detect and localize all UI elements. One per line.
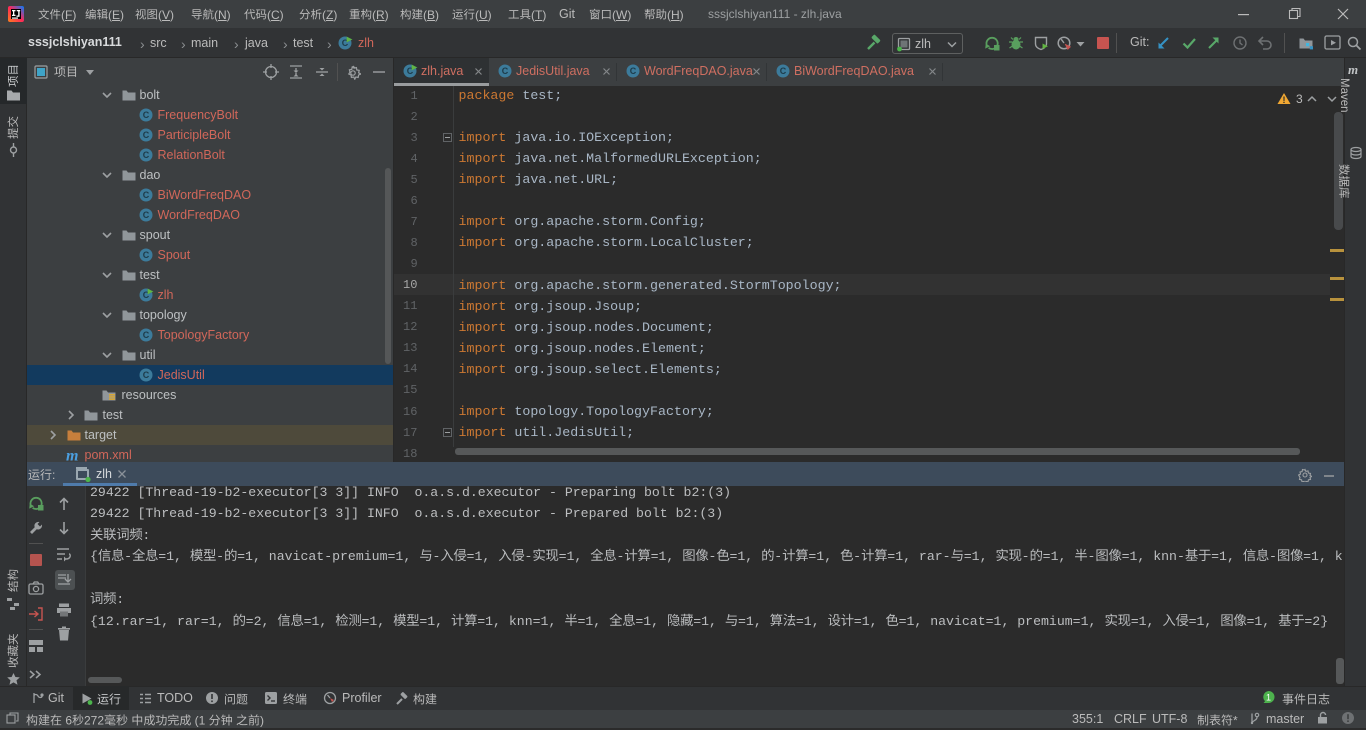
svg-text:=1,: =1, xyxy=(577,614,609,629)
svg-text:=1,: =1, xyxy=(1189,614,1221,629)
svg-text:=1, rar-: =1, rar- xyxy=(887,549,950,564)
svg-text:1: 1 xyxy=(1266,693,1271,703)
svg-text:=1,: =1, xyxy=(808,549,840,564)
svg-text:=1,: =1, xyxy=(559,549,591,564)
svg-text:C: C xyxy=(502,66,509,76)
svg-text:-: - xyxy=(524,549,532,564)
svg-text:C: C xyxy=(143,250,150,260)
svg-text::: : xyxy=(52,468,55,482)
svg-text:=2}: =2} xyxy=(1304,614,1328,629)
svg-text:C: C xyxy=(143,150,150,160)
svg-text:=1,: =1, xyxy=(467,549,499,564)
svg-text:C: C xyxy=(630,66,637,76)
svg-text:=1,: =1, xyxy=(304,614,336,629)
svg-text::: : xyxy=(142,528,150,543)
svg-text:-: - xyxy=(853,549,861,564)
svg-text:!: ! xyxy=(1283,95,1286,105)
svg-text:m: m xyxy=(66,448,78,464)
svg-text:=1,: =1, xyxy=(738,614,770,629)
svg-text:=1,: =1, xyxy=(729,549,761,564)
svg-text:6: 6 xyxy=(62,714,72,728)
svg-text:=1, knn-: =1, knn- xyxy=(1122,549,1185,564)
svg-text:=1,: =1, xyxy=(796,614,828,629)
svg-text:-: - xyxy=(1022,549,1030,564)
svg-text::: : xyxy=(116,592,124,607)
svg-text:=1, knn=1,: =1, knn=1, xyxy=(477,614,564,629)
svg-text:=1,: =1, xyxy=(651,549,683,564)
svg-text:C: C xyxy=(143,210,150,220)
svg-text:{: { xyxy=(90,549,98,564)
svg-text:{12.rar=1, rar=1,: {12.rar=1, rar=1, xyxy=(90,614,232,629)
svg-text:-: - xyxy=(432,549,440,564)
svg-text:=1, k: =1, k xyxy=(1303,549,1343,564)
svg-text:=1,: =1, xyxy=(693,614,725,629)
svg-text:=1,: =1, xyxy=(1131,614,1163,629)
svg-text:-: - xyxy=(216,549,224,564)
svg-text:=1,: =1, xyxy=(1246,614,1278,629)
svg-text:-: - xyxy=(616,549,624,564)
svg-text:C: C xyxy=(143,190,150,200)
svg-text:=1,: =1, xyxy=(419,614,451,629)
svg-text:=2,: =2, xyxy=(246,614,278,629)
svg-text:29422 [Thread-19-b2-executor[3: 29422 [Thread-19-b2-executor[3 3]] INFO … xyxy=(90,485,731,500)
svg-text:=1,: =1, xyxy=(1211,549,1243,564)
svg-text:=1, navicat=1, premium=1,: =1, navicat=1, premium=1, xyxy=(899,614,1105,629)
svg-text:-: - xyxy=(708,549,716,564)
svg-text:C: C xyxy=(143,110,150,120)
svg-text:=1,: =1, xyxy=(361,614,393,629)
svg-text:272: 272 xyxy=(84,714,104,728)
svg-text:=1,: =1, xyxy=(964,549,996,564)
svg-text:=1,: =1, xyxy=(1043,549,1075,564)
svg-text:C: C xyxy=(143,330,150,340)
svg-text:(1: (1 xyxy=(191,714,208,728)
svg-text:-: - xyxy=(774,549,782,564)
svg-text:m: m xyxy=(1348,62,1358,76)
svg-text:C: C xyxy=(143,130,150,140)
svg-text:29422 [Thread-19-b2-executor[3: 29422 [Thread-19-b2-executor[3 3]] INFO … xyxy=(90,506,723,521)
svg-text:C: C xyxy=(143,370,150,380)
svg-text:=1,: =1, xyxy=(158,549,190,564)
svg-text:-: - xyxy=(124,549,132,564)
svg-text:*: * xyxy=(1233,714,1238,728)
svg-text:-: - xyxy=(1269,549,1277,564)
svg-text:-: - xyxy=(1087,549,1095,564)
svg-text:=1,: =1, xyxy=(635,614,667,629)
svg-text:C: C xyxy=(780,66,787,76)
svg-text:=1,: =1, xyxy=(854,614,886,629)
svg-text:): ) xyxy=(260,714,264,728)
svg-text:=1, navicat-premium=1,: =1, navicat-premium=1, xyxy=(237,549,419,564)
